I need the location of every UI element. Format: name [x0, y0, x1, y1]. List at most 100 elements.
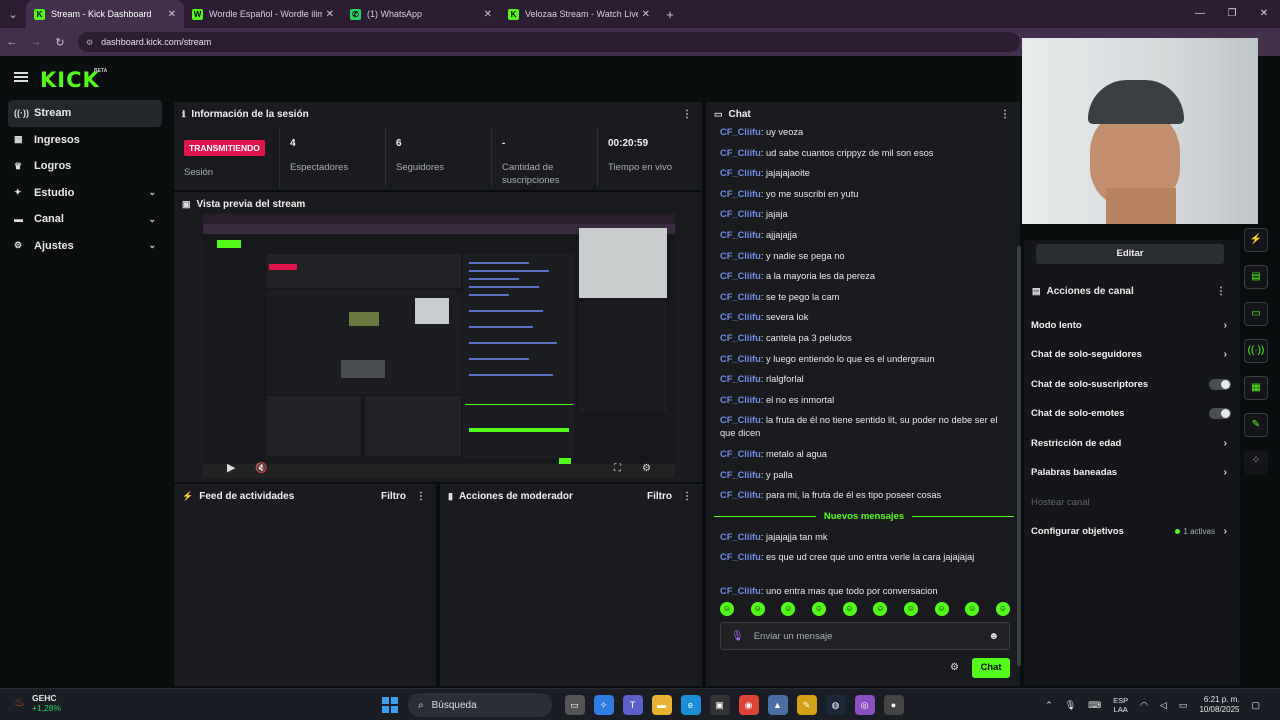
- tray-chevron-icon[interactable]: ⌃: [1045, 700, 1053, 711]
- teams-icon[interactable]: T: [622, 695, 643, 715]
- sidebar-item-estudio[interactable]: ✦ Estudio ⌄: [0, 180, 170, 207]
- chat-username[interactable]: CF_Cliifu: [720, 490, 761, 500]
- copilot-icon[interactable]: ✧: [593, 695, 614, 715]
- chevron-right-icon[interactable]: ›: [1224, 349, 1227, 360]
- chat-username[interactable]: CF_Cliifu: [720, 395, 761, 405]
- minimize-icon[interactable]: —: [1184, 0, 1216, 28]
- emote-icon[interactable]: ☺: [873, 602, 888, 616]
- browser-tab[interactable]: W Wordle Español - Wordle ilimit ✕: [184, 0, 342, 28]
- reload-icon[interactable]: ↻: [48, 36, 72, 49]
- chevron-down-icon[interactable]: ⌄: [148, 214, 156, 225]
- site-info-icon[interactable]: ⚙: [86, 38, 93, 47]
- emoji-icon[interactable]: ☻: [988, 631, 999, 642]
- more-options-icon[interactable]: ⋮: [682, 109, 692, 120]
- more-options-icon[interactable]: ⋮: [1216, 286, 1226, 297]
- chat-username[interactable]: CF_Cliifu: [720, 271, 761, 281]
- store-icon[interactable]: ▣: [709, 695, 730, 715]
- chat-username[interactable]: CF_Cliifu: [720, 189, 761, 199]
- chevron-right-icon[interactable]: ›: [1224, 467, 1227, 478]
- tray-mic-icon[interactable]: 🎙: [1065, 700, 1076, 711]
- bolt-action-icon[interactable]: ⚡: [1244, 228, 1268, 252]
- steam-icon[interactable]: ◍: [825, 695, 846, 715]
- wrench-action-icon[interactable]: ✎: [1244, 413, 1268, 437]
- more-options-icon[interactable]: ⋮: [416, 491, 426, 502]
- channel-action-item[interactable]: Chat de solo-suscriptores: [1031, 374, 1231, 394]
- tab-search-icon[interactable]: ⌄: [0, 0, 26, 28]
- chat-username[interactable]: CF_Cliifu: [720, 209, 761, 219]
- mute-icon[interactable]: 🔇: [255, 463, 267, 474]
- channel-action-item[interactable]: Configurar objetivos › 1 activas: [1031, 522, 1231, 542]
- file-explorer-icon[interactable]: ▬: [651, 695, 672, 715]
- task-view-icon[interactable]: ▭: [564, 695, 585, 715]
- chat-username[interactable]: CF_Cliifu: [720, 312, 761, 322]
- chat-username[interactable]: CF_Cliifu: [720, 148, 761, 158]
- chat-username[interactable]: CF_Cliifu: [720, 586, 761, 596]
- emote-icon[interactable]: ☺: [995, 602, 1010, 616]
- close-tab-icon[interactable]: ✕: [326, 9, 334, 20]
- close-window-icon[interactable]: ✕: [1248, 0, 1280, 28]
- notification-icon[interactable]: ▢: [1251, 700, 1260, 711]
- chat-username[interactable]: CF_Cliifu: [720, 552, 761, 562]
- clock[interactable]: 6:21 p. m. 10/08/2025: [1199, 695, 1239, 715]
- obs-icon[interactable]: ●: [883, 695, 904, 715]
- chat-username[interactable]: CF_Cliifu: [720, 374, 761, 384]
- emote-icon[interactable]: ☺: [750, 602, 765, 616]
- toggle-switch[interactable]: [1209, 408, 1231, 419]
- language-indicator[interactable]: ESP LAA: [1113, 696, 1128, 714]
- maximize-icon[interactable]: ❐: [1216, 0, 1248, 28]
- clipboard-action-icon[interactable]: ▤: [1244, 265, 1268, 289]
- browser-tab[interactable]: ✆ (1) WhatsApp ✕: [342, 0, 500, 28]
- close-tab-icon[interactable]: ✕: [168, 9, 176, 20]
- chat-username[interactable]: CF_Cliifu: [720, 415, 761, 425]
- channel-action-item[interactable]: Hostear canal: [1031, 492, 1231, 512]
- chat-input-box[interactable]: 🎙 ☻: [720, 622, 1010, 650]
- chat-username[interactable]: CF_Cliifu: [720, 354, 761, 364]
- chevron-down-icon[interactable]: ⌄: [148, 240, 156, 251]
- play-icon[interactable]: ▶: [227, 461, 235, 474]
- fullscreen-icon[interactable]: ⛶: [614, 463, 621, 474]
- sidebar-item-ajustes[interactable]: ⚙ Ajustes ⌄: [0, 233, 170, 260]
- back-icon[interactable]: ←: [0, 36, 24, 48]
- photos-icon[interactable]: ▲: [767, 695, 788, 715]
- channel-action-item[interactable]: Modo lento ›: [1031, 315, 1231, 335]
- chat-username[interactable]: CF_Cliifu: [720, 292, 761, 302]
- channel-action-item[interactable]: Palabras baneadas ›: [1031, 463, 1231, 483]
- windows-start-icon[interactable]: [382, 697, 398, 713]
- close-tab-icon[interactable]: ✕: [642, 9, 650, 20]
- sidebar-item-logros[interactable]: ♛ Logros: [0, 153, 170, 180]
- sidebar-item-stream[interactable]: ((·)) Stream: [8, 100, 162, 127]
- browser-tab[interactable]: K Stream - Kick Dashboard ✕: [26, 0, 184, 28]
- toggle-switch[interactable]: [1209, 378, 1231, 390]
- browser-tab[interactable]: K Velozaa Stream - Watch Live o ✕: [500, 0, 658, 28]
- emote-icon[interactable]: ☺: [720, 602, 734, 616]
- chat-username[interactable]: CF_Cliifu: [720, 333, 761, 343]
- sidebar-item-ingresos[interactable]: ▦ Ingresos: [0, 127, 170, 154]
- stock-widget[interactable]: ♨ GEHC +1,28%: [10, 693, 70, 713]
- chevron-right-icon[interactable]: ›: [1224, 320, 1227, 331]
- layout-action-icon[interactable]: ▦: [1244, 376, 1268, 400]
- channel-action-item[interactable]: Chat de solo-seguidores ›: [1031, 345, 1231, 365]
- chat-settings-icon[interactable]: ⚙: [950, 662, 959, 673]
- apps-action-icon[interactable]: ⁘: [1244, 450, 1268, 474]
- channel-action-item[interactable]: Chat de solo-emotes: [1031, 404, 1231, 424]
- chat-username[interactable]: CF_Cliifu: [720, 230, 761, 240]
- close-tab-icon[interactable]: ✕: [484, 9, 492, 20]
- emote-icon[interactable]: ☺: [903, 602, 918, 616]
- emote-icon[interactable]: ☺: [781, 602, 796, 616]
- menu-icon[interactable]: [14, 72, 28, 82]
- edge-icon[interactable]: e: [680, 695, 701, 715]
- chevron-down-icon[interactable]: ⌄: [148, 187, 156, 198]
- browser-app-icon[interactable]: ◎: [854, 695, 875, 715]
- kick-logo[interactable]: KICK: [40, 68, 100, 92]
- url-field[interactable]: ⚙ dashboard.kick.com/stream: [78, 32, 1020, 52]
- sidebar-item-canal[interactable]: ▬ Canal ⌄: [0, 206, 170, 233]
- battery-icon[interactable]: ▭: [1179, 700, 1188, 711]
- tray-keyboard-icon[interactable]: ⌨: [1088, 700, 1101, 711]
- more-options-icon[interactable]: ⋮: [682, 491, 692, 502]
- volume-icon[interactable]: ◁: [1160, 700, 1167, 711]
- chat-scrollbar[interactable]: [1017, 246, 1021, 666]
- chat-action-icon[interactable]: ▭: [1244, 302, 1268, 326]
- chat-message-input[interactable]: [753, 630, 989, 642]
- emote-icon[interactable]: ☺: [811, 602, 826, 616]
- chat-username[interactable]: CF_Cliifu: [720, 449, 761, 459]
